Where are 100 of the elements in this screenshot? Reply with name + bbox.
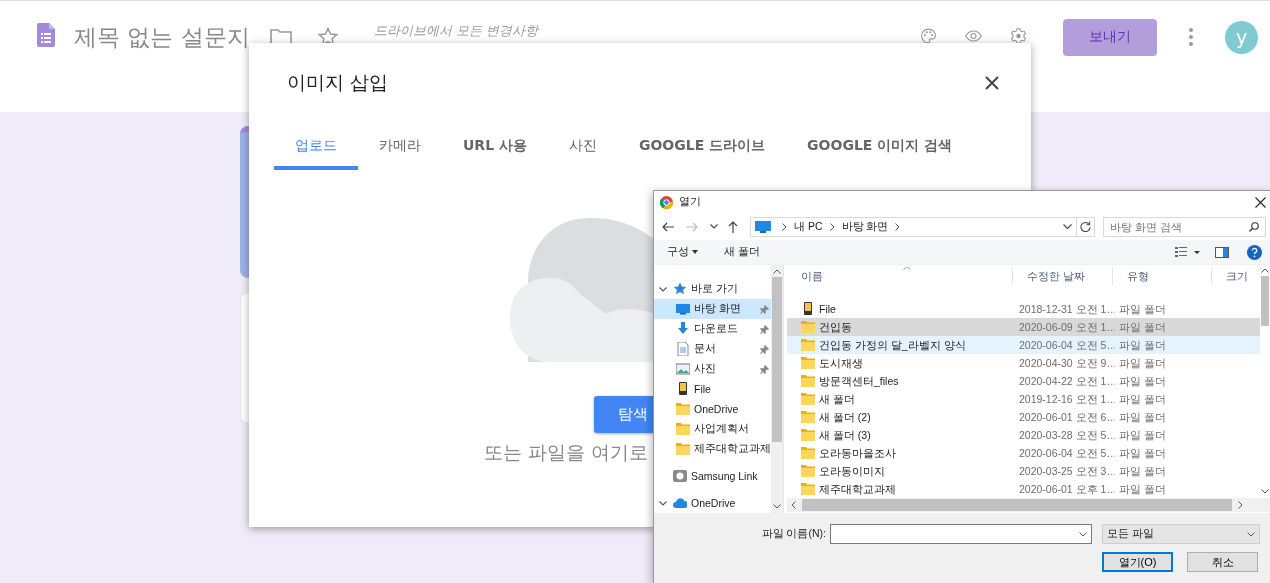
help-icon[interactable] [1247, 244, 1262, 260]
tree-item[interactable]: 제주대학교과제 [654, 439, 771, 459]
tree-item[interactable]: 바로 가기 [654, 279, 771, 299]
tab[interactable]: 사진 [547, 129, 618, 170]
tab[interactable]: 카메라 [358, 129, 442, 170]
file-row[interactable]: 건입동 2020-06-09 오전 1… 파일 폴더 [787, 318, 1260, 336]
file-row[interactable]: 오라동이미지 2020-03-25 오전 3… 파일 폴더 [787, 462, 1260, 480]
form-icon[interactable] [37, 23, 55, 47]
chevron-down-icon[interactable] [1261, 489, 1269, 494]
breadcrumb-item[interactable]: 바탕 화면 [841, 219, 889, 234]
up-arrow-icon[interactable] [728, 220, 738, 233]
cancel-button[interactable]: 취소 [1187, 552, 1258, 572]
caret-icon[interactable] [692, 250, 698, 254]
eye-icon[interactable] [965, 28, 982, 44]
table-cell-text: 파일 폴더 [1118, 410, 1167, 425]
toolbar-button[interactable]: 구성 [664, 243, 701, 261]
tree-item[interactable]: OneDrive [654, 399, 771, 419]
pin-icon[interactable] [760, 304, 769, 314]
form-title[interactable]: 제목 없는 설문지 [74, 21, 250, 53]
chevron-left-icon[interactable] [791, 501, 796, 509]
folder-icon [676, 422, 690, 436]
breadcrumb-item[interactable]: 내 PC [794, 219, 823, 234]
refresh-icon[interactable] [1080, 221, 1091, 232]
folder-icon [801, 446, 815, 460]
settings-icon[interactable] [1010, 28, 1027, 44]
file-row[interactable]: 새 폴더 (3) 2020-03-28 오전 5… 파일 폴더 [787, 426, 1260, 444]
folder-icon [801, 356, 815, 370]
file-row[interactable]: 오라동마을조사 2020-06-04 오전 5… 파일 폴더 [787, 444, 1260, 462]
search-icon[interactable] [1249, 221, 1259, 232]
chevron-down-icon[interactable] [659, 500, 667, 506]
palette-icon[interactable] [920, 28, 937, 44]
chevron-right-icon [829, 222, 835, 231]
scrollbar[interactable] [771, 265, 783, 513]
scrollbar[interactable] [787, 498, 1270, 512]
file-name: 오라동이미지 [819, 464, 885, 479]
scrollbar-thumb[interactable] [1261, 276, 1269, 326]
open-button[interactable]: 열기(O) [1102, 552, 1173, 572]
file-row[interactable]: 제주대학교과제 2020-06-01 오후 1… 파일 폴더 [787, 480, 1260, 497]
cloud-icon [673, 496, 687, 510]
monitor-icon [755, 220, 771, 233]
chevron-down-icon[interactable] [1063, 224, 1072, 229]
folder-icon [801, 374, 815, 388]
tree-item[interactable]: OneDrive [654, 493, 771, 513]
tab[interactable]: GOOGLE 이미지 검색 [786, 129, 974, 170]
tree-item[interactable]: 문서 [654, 339, 771, 359]
toolbar-button[interactable]: 새 폴더 [721, 243, 763, 261]
close-icon[interactable] [985, 76, 999, 90]
chevron-up-icon[interactable] [773, 269, 781, 274]
tree-item[interactable]: 바탕 화면 [654, 299, 771, 319]
preview-pane-icon[interactable] [1215, 246, 1229, 258]
address-bar[interactable]: 내 PC 바탕 화면 [750, 216, 1077, 237]
file-row[interactable]: 새 폴더 2019-12-16 오전 1… 파일 폴더 [787, 390, 1260, 408]
tab[interactable]: 업로드 [274, 129, 358, 170]
view-options-icon[interactable] [1175, 247, 1201, 257]
table-cell-text: 파일 폴더 [1118, 428, 1167, 443]
file-name: 건입동 [819, 320, 852, 335]
pin-icon[interactable] [760, 344, 769, 354]
tree-item[interactable]: 사진 [654, 359, 771, 379]
chevron-down-icon[interactable] [773, 504, 781, 509]
tree-item[interactable]: 사업계획서 [654, 419, 771, 439]
chevron-down-icon[interactable] [710, 224, 718, 229]
table-cell-text: 2020-06-04 오전 5… [1018, 338, 1115, 353]
browse-button[interactable]: 탐색 [594, 396, 653, 433]
chevron-right-icon [895, 222, 901, 231]
column-header[interactable]: 크기 [1212, 267, 1260, 285]
chevron-down-icon[interactable] [1079, 531, 1087, 537]
column-header[interactable]: 유형 [1112, 267, 1213, 285]
column-header[interactable]: 수정한 날짜 [1013, 267, 1113, 285]
file-name: File [819, 302, 836, 317]
chevron-up-icon[interactable] [1261, 268, 1269, 273]
file-row[interactable]: 건입동 가정의 달_라벨지 양식 2020-06-04 오전 5… 파일 폴더 [787, 336, 1260, 354]
chevron-down-icon[interactable] [659, 286, 667, 292]
tree-item[interactable]: File [654, 379, 771, 399]
table-cell-text: 파일 폴더 [1118, 446, 1167, 461]
refresh-button[interactable] [1077, 216, 1095, 237]
column-header[interactable]: 이름 [787, 267, 1014, 285]
folder-icon [801, 410, 815, 424]
document-icon [676, 342, 690, 356]
tree-item[interactable]: Samsung Link [654, 466, 771, 486]
file-row[interactable]: 방문객센터_files 2020-04-22 오전 1… 파일 폴더 [787, 372, 1260, 390]
file-row[interactable]: File 2018-12-31 오전 1… 파일 폴더 [787, 300, 1260, 318]
search-field[interactable]: 바탕 화면 검색 [1103, 216, 1266, 237]
image-icon [676, 362, 690, 376]
chevron-down-icon[interactable] [1247, 531, 1255, 537]
tree-item[interactable]: 다운로드 [654, 319, 771, 339]
file-row[interactable]: 도시재생 2020-04-30 오전 9… 파일 폴더 [787, 354, 1260, 372]
pin-icon[interactable] [760, 324, 769, 334]
file-row[interactable]: 새 폴더 (2) 2020-06-01 오전 6… 파일 폴더 [787, 408, 1260, 426]
table-cell-text: 2019-12-16 오전 1… [1018, 392, 1115, 407]
sort-icon [903, 267, 911, 270]
back-icon[interactable] [662, 221, 674, 232]
chevron-right-icon[interactable] [1238, 501, 1243, 509]
table-cell-text: 2020-04-30 오전 9… [1018, 356, 1115, 371]
more-icon[interactable] [1189, 28, 1193, 46]
tab[interactable]: GOOGLE 드라이브 [617, 129, 787, 170]
file-type-dropdown[interactable]: 모든 파일 [1102, 524, 1260, 544]
table-cell-text: 파일 폴더 [1118, 392, 1167, 407]
tab[interactable]: URL 사용 [442, 129, 548, 170]
close-icon[interactable] [1255, 196, 1266, 208]
pin-icon[interactable] [760, 364, 769, 374]
